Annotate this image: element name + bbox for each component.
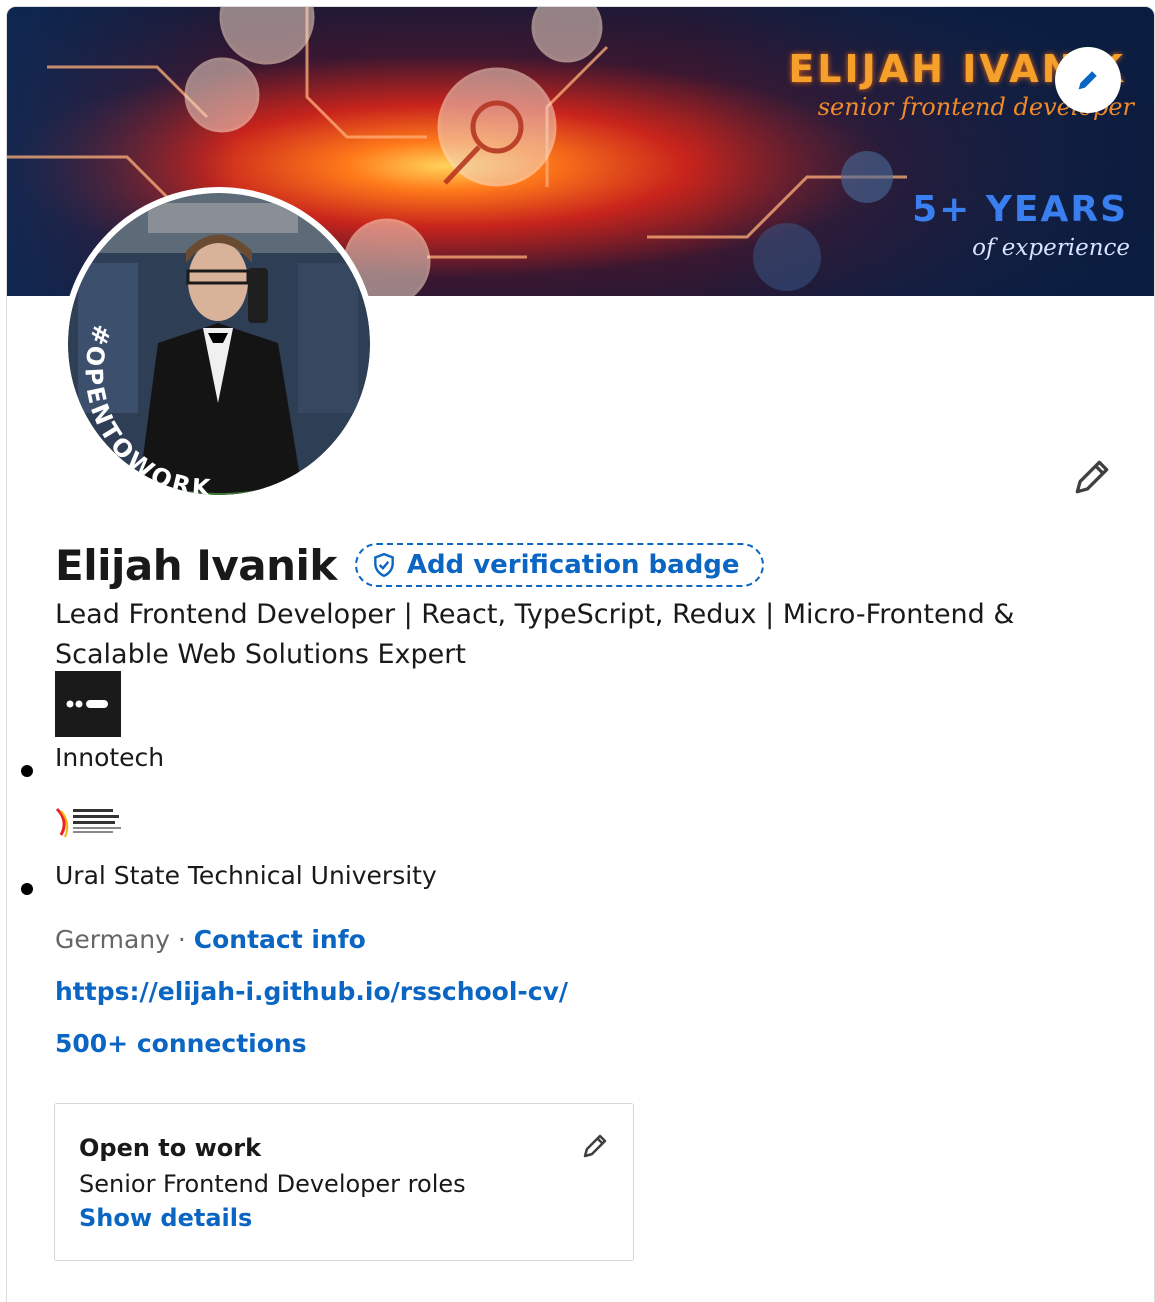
- profile-headline: Lead Frontend Developer | React, TypeScr…: [55, 599, 1015, 670]
- shield-check-icon: [373, 552, 394, 578]
- verification-badge-label: Add verification badge: [406, 550, 740, 580]
- edit-banner-button[interactable]: [1055, 47, 1121, 113]
- company-logo-icon[interactable]: [55, 671, 121, 737]
- list-bullet: [21, 883, 33, 895]
- open-to-work-title: Open to work: [79, 1134, 262, 1162]
- list-bullet: [21, 765, 33, 777]
- open-to-work-subtitle: Senior Frontend Developer roles: [79, 1170, 466, 1198]
- banner-experience-text: of experience: [972, 235, 1130, 261]
- edit-intro-button[interactable]: [1067, 452, 1117, 502]
- avatar: #OPENTOWORK: [68, 193, 370, 495]
- contact-info-link[interactable]: Contact info: [194, 925, 366, 954]
- location-row: Germany · Contact info: [55, 925, 366, 954]
- add-verification-badge-button[interactable]: Add verification badge: [354, 543, 764, 587]
- show-details-link[interactable]: Show details: [79, 1204, 252, 1232]
- separator: ·: [169, 925, 194, 954]
- experience-company[interactable]: Innotech: [55, 743, 164, 772]
- website-link[interactable]: https://elijah-i.github.io/rsschool-cv/: [55, 977, 568, 1006]
- pencil-icon: [583, 1134, 607, 1158]
- profile-photo[interactable]: #OPENTOWORK: [62, 187, 376, 501]
- university-logo-icon[interactable]: [55, 803, 135, 843]
- banner-years-text: 5+ YEARS: [912, 189, 1128, 230]
- pencil-icon: [1078, 71, 1097, 90]
- location-text: Germany: [55, 925, 170, 954]
- pencil-icon: [1075, 460, 1109, 494]
- open-to-work-card: Open to work Senior Frontend Developer r…: [54, 1103, 634, 1261]
- avatar-photo-image: #OPENTOWORK: [68, 193, 370, 495]
- name-row: Elijah Ivanik Add verification badge: [55, 535, 764, 595]
- education-school[interactable]: Ural State Technical University: [55, 861, 437, 890]
- profile-name: Elijah Ivanik: [55, 540, 337, 590]
- edit-open-to-work-button[interactable]: [575, 1126, 615, 1166]
- profile-card: ELIJAH IVANIK senior frontend developer …: [6, 6, 1155, 1302]
- connections-link[interactable]: 500+ connections: [55, 1029, 307, 1058]
